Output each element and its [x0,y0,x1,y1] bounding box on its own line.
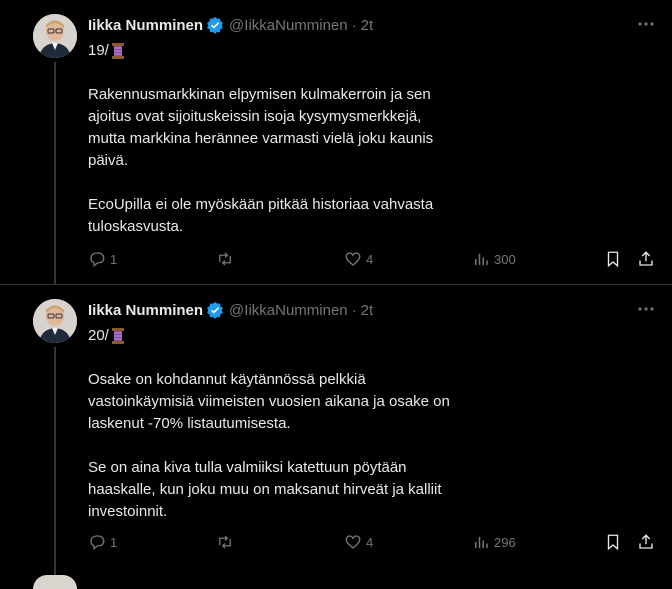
author-name[interactable]: Iikka Numminen [88,17,203,34]
bookmark-icon [607,534,619,551]
thread-line [54,347,56,575]
reply-count: 1 [110,251,118,267]
author-handle[interactable]: @IikkaNumminen [229,302,348,319]
retweet-button[interactable] [216,533,238,551]
timestamp[interactable]: 2t [361,302,374,319]
heart-icon [345,535,361,549]
like-count: 4 [366,534,374,550]
author-handle[interactable]: @IikkaNumminen [229,17,348,34]
share-icon [639,251,653,266]
tweet-20[interactable]: Iikka Numminen @IikkaNumminen · 2t 20/ O… [0,285,672,575]
avatar[interactable] [33,299,77,343]
verified-badge-icon [207,301,223,319]
bookmark-button[interactable] [604,250,626,268]
like-count: 4 [366,251,374,267]
tweet-paragraph: Se on aina kiva tulla valmiiksi katettuu… [88,459,442,520]
tweet-19[interactable]: Iikka Numminen @IikkaNumminen · 2t 19/ R… [0,0,672,284]
views-button[interactable]: 300 [472,250,516,268]
tweet-header: Iikka Numminen @IikkaNumminen · 2t [88,300,373,320]
like-button[interactable]: 4 [344,533,373,551]
reply-button[interactable]: 1 [88,250,117,268]
heart-icon [345,252,361,266]
action-bar: 1 4 296 [88,533,660,557]
tweet-header: Iikka Numminen @IikkaNumminen · 2t [88,15,373,35]
view-count: 296 [494,534,516,550]
views-button[interactable]: 296 [472,533,516,551]
reply-count: 1 [110,534,118,550]
timestamp[interactable]: 2t [361,17,374,34]
retweet-icon [219,535,231,549]
action-bar: 1 4 300 [88,250,660,274]
views-icon [475,253,488,265]
share-button[interactable] [637,533,659,551]
tweet-paragraph: Osake on kohdannut käytännössä pelkkiä v… [88,371,450,432]
reply-button[interactable]: 1 [88,533,117,551]
reply-icon [90,252,105,268]
tweet-text: 19/ Rakennusmarkkinan elpymisen kulmaker… [88,40,458,260]
separator-dot: · [351,301,357,319]
thread-spool-emoji [111,43,124,59]
view-count: 300 [494,251,516,267]
verified-badge-icon [207,16,223,34]
tweet-text: 20/ Osake on kohdannut käytännössä pelkk… [88,325,458,545]
share-button[interactable] [637,250,659,268]
like-button[interactable]: 4 [344,250,373,268]
bookmark-icon [607,251,619,268]
author-name[interactable]: Iikka Numminen [88,302,203,319]
more-icon[interactable] [636,301,656,317]
thread-number: 19/ [88,42,109,59]
tweet-paragraph: EcoUpilla ei ole myöskään pitkää histori… [88,196,434,235]
share-icon [639,534,653,549]
retweet-icon [219,252,231,266]
views-icon [475,536,488,548]
thread-line [54,62,56,284]
avatar[interactable] [33,575,77,589]
retweet-button[interactable] [216,250,238,268]
thread-number: 20/ [88,327,109,344]
more-icon[interactable] [636,16,656,32]
avatar[interactable] [33,14,77,58]
tweet-paragraph: Rakennusmarkkinan elpymisen kulmakerroin… [88,86,434,169]
separator-dot: · [351,16,357,34]
thread-spool-emoji [111,328,124,344]
reply-icon [90,535,105,551]
bookmark-button[interactable] [604,533,626,551]
